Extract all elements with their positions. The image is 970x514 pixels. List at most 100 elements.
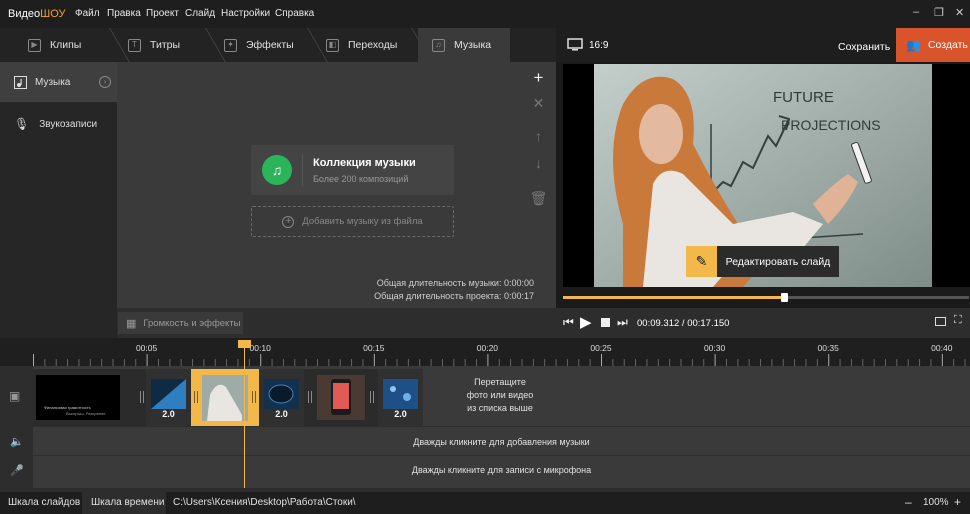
tab-bar: ▶ Клипы T Титры ✦ Эффекты ◧ Переходы ♫ Музыка [0, 28, 556, 62]
progress-handle[interactable] [781, 293, 789, 302]
tab-clips[interactable]: ▶ Клипы [14, 28, 130, 62]
ruler-ticks [33, 354, 966, 366]
transition-duration: 2.0 [394, 409, 407, 419]
duration-totals: Общая длительность музыки: 0:00:00 Общая… [374, 277, 534, 303]
skip-forward-icon[interactable]: ⏭ [617, 315, 628, 330]
aspect-ratio[interactable]: 16:9 [589, 40, 608, 51]
fullscreen-icon[interactable]: ⛶ [954, 314, 962, 327]
add-icon[interactable]: + [521, 68, 556, 88]
zoom-out-button[interactable]: – [905, 495, 912, 509]
progress-fill [563, 296, 785, 299]
timeline-ruler[interactable]: 00:05 00:10 00:15 00:20 00:25 00:30 00:35 00:40 [0, 338, 970, 366]
preview-header: 16:9 Сохранить 👥 Создать [556, 28, 970, 62]
slides-scale-tab[interactable]: Шкала слайдов [8, 497, 80, 508]
tab-effects[interactable]: ✦ Эффекты [210, 28, 328, 62]
minimize-button[interactable]: – [913, 6, 919, 18]
add-circle-icon: + [282, 215, 295, 228]
microphone-icon: 🎙 [14, 117, 30, 131]
menu-slide[interactable]: Слайд [185, 8, 215, 19]
transition-duration: 2.0 [162, 409, 175, 419]
delete-x-icon[interactable]: ✕ [521, 95, 556, 112]
board-text: FUTURE [773, 89, 834, 106]
time-display: 00:09.312 / 00:17.150 [637, 318, 730, 329]
ruler-tick-label: 00:40 [931, 343, 953, 353]
slide-thumbnail [317, 375, 365, 420]
slide-clip-selected[interactable] [191, 369, 259, 426]
stop-icon[interactable] [601, 318, 610, 327]
board-text: PROJECTIONS [781, 117, 881, 133]
effects-icon: ✦ [224, 38, 237, 52]
music-library-icon [14, 75, 27, 89]
restore-button[interactable]: ❐ [934, 6, 944, 19]
transition-clip[interactable]: 2.0 [378, 369, 423, 426]
film-icon: ▣ [9, 389, 21, 403]
preview-letterbox [932, 64, 970, 287]
playhead-handle[interactable] [238, 340, 251, 348]
slide-thumbnail: Финансовая грамотность Выигрыш. Разорени… [36, 375, 120, 420]
menu-edit[interactable]: Правка [107, 8, 141, 19]
tab-titles[interactable]: T Титры [114, 28, 226, 62]
close-button[interactable]: ✕ [955, 6, 964, 19]
preview-progress[interactable] [563, 293, 969, 302]
drop-hint: Перетащите фото или видео из списка выше [466, 377, 534, 413]
pencil-icon: ✎ [686, 246, 717, 277]
create-button[interactable]: 👥 Создать [896, 28, 970, 62]
track-icons: ▣ 🔈 🎤 [0, 366, 33, 488]
tab-music[interactable]: ♫ Музыка [418, 28, 510, 62]
menu-settings[interactable]: Настройки [221, 8, 270, 19]
chevron-right-icon[interactable]: › [99, 76, 111, 88]
microphone-icon: 🎤 [10, 465, 24, 477]
skip-back-icon[interactable]: ⏮ [563, 315, 574, 330]
menu-help[interactable]: Справка [275, 8, 314, 19]
volume-settings-icon: ▦ [126, 317, 137, 330]
music-note-icon: ♫ [432, 38, 445, 52]
ruler-tick-label: 00:05 [135, 343, 158, 353]
move-down-icon[interactable]: ↓ [521, 155, 556, 171]
sidebar-item-music[interactable]: Музыка › [0, 62, 117, 102]
slide-clip[interactable] [304, 369, 378, 426]
trash-icon[interactable]: 🗑 [521, 190, 556, 207]
tab-label: Эффекты [246, 39, 294, 51]
title-bar: ВидеоШОУ Файл Правка Проект Слайд Настро… [0, 0, 970, 28]
transition-clip[interactable]: 2.0 [259, 369, 304, 426]
project-path: C:\Users\Ксения\Desktop\Работа\Стоки\ [173, 497, 356, 508]
play-icon[interactable]: ▶ [580, 313, 592, 331]
ruler-tick-label: 00:30 [703, 343, 726, 353]
ruler-tick-label: 00:15 [363, 343, 385, 353]
menu-file[interactable]: Файл [75, 8, 100, 19]
snapshot-icon[interactable] [935, 317, 946, 326]
music-toolbar: + ✕ ↑ ↓ 🗑 [521, 62, 556, 308]
timeline-scale-tab[interactable]: Шкала времени [91, 497, 164, 508]
menu-project[interactable]: Проект [146, 8, 179, 19]
collection-title: Коллекция музыки [313, 157, 416, 169]
ruler-tick-label: 00:20 [476, 343, 499, 353]
sidebar-item-recordings[interactable]: 🎙 Звукозаписи [0, 104, 117, 144]
mic-track-hint[interactable]: Дважды кликните для записи с микрофона [33, 465, 970, 475]
music-collection-card[interactable]: ♫ Коллекция музыки Более 200 композиций [251, 145, 454, 195]
transition-thumbnail [151, 379, 186, 409]
music-track-hint[interactable]: Дважды кликните для добавления музыки [33, 437, 970, 447]
app-logo: ВидеоШОУ [8, 8, 66, 20]
volume-effects-label: Громкость и эффекты [143, 317, 241, 329]
ruler-tick-label: 00:10 [249, 343, 271, 353]
slide-clip[interactable]: Финансовая грамотность Выигрыш. Разорени… [33, 369, 146, 426]
transition-clip[interactable]: 2.0 [146, 369, 191, 426]
add-music-from-file[interactable]: + Добавить музыку из файла [251, 206, 454, 237]
tab-label: Переходы [348, 39, 398, 51]
collection-subtitle: Более 200 композиций [313, 174, 409, 184]
tab-transitions[interactable]: ◧ Переходы [312, 28, 432, 62]
sidebar-item-label: Музыка [35, 76, 71, 88]
zoom-in-button[interactable]: + [954, 495, 961, 509]
people-icon: 👥 [906, 38, 921, 52]
tab-label: Музыка [454, 39, 492, 51]
transitions-icon: ◧ [326, 38, 339, 52]
speaker-icon: 🔈 [10, 436, 24, 448]
save-button[interactable]: Сохранить [838, 41, 890, 53]
edit-slide-button[interactable]: ✎ Редактировать слайд [686, 246, 839, 277]
create-label: Создать [927, 39, 968, 51]
add-music-label: Добавить музыку из файла [302, 216, 423, 227]
play-icon: ▶ [28, 38, 41, 52]
monitor-icon [567, 38, 583, 51]
volume-effects-button[interactable]: ▦ Громкость и эффекты [118, 312, 243, 334]
move-up-icon[interactable]: ↑ [521, 128, 556, 144]
